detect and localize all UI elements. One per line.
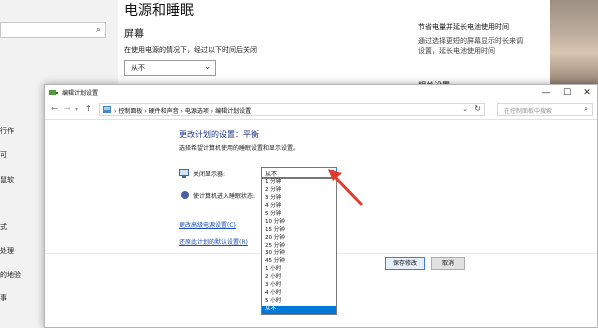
sidebar-item[interactable]: 处理 [0,246,14,256]
restore-defaults-link[interactable]: 还原此计划的默认设置(R) [179,237,248,246]
search-icon: ⌕ [95,25,101,35]
sidebar-item[interactable]: 事 [0,293,7,303]
up-button[interactable]: ↑ [85,104,92,113]
page-title: 电源和睡眠 [124,3,194,19]
dropdown-option[interactable]: 4 小时 [262,290,336,298]
forward-button[interactable]: → [64,104,71,113]
search-icon: ⌕ [584,105,588,113]
navigation-bar: ← → ▾ ↑ › 控制面板 › 硬件和声音 › 电源选项 › 编辑计划设置 ⌄… [45,101,597,120]
breadcrumb-item[interactable]: 硬件和声音 [149,108,179,115]
tip-text: 通过选择更短的屏幕显示时长来调 [418,37,523,45]
dropdown-option[interactable]: 3 小时 [262,282,336,290]
chevron-down-icon[interactable]: ⌄ [462,105,468,113]
minimize-button[interactable]: — [535,86,557,100]
power-options-icon [49,90,58,95]
breadcrumb-sep: › [180,108,183,115]
address-bar[interactable]: › 控制面板 › 硬件和声音 › 电源选项 › 编辑计划设置 ⌄ ↻ [99,103,485,116]
desktop-wallpaper [550,0,598,88]
control-panel-icon [103,106,111,113]
edit-plan-window: 编辑计划设置 — ☐ ✕ ← → ▾ ↑ › 控制面板 › 硬件和声音 › 电源… [44,84,598,328]
cancel-button[interactable]: 取消 [431,257,465,270]
dropdown-option[interactable]: 从不 [262,306,336,314]
breadcrumb-item[interactable]: 电源选项 [185,108,209,115]
display-off-label: 关闭显示器: [193,171,226,178]
select-value: 从不 [265,171,278,178]
recent-locations-button[interactable]: ▾ [75,106,78,113]
breadcrumb-sep: › [210,108,214,115]
breadcrumb-sep: › [114,108,117,115]
window-title: 编辑计划设置 [62,90,99,97]
breadcrumb-sep: › [144,108,147,115]
back-button[interactable]: ← [51,104,58,113]
sidebar-item[interactable]: 行作 [0,126,14,136]
red-arrow-icon [328,169,363,206]
control-panel-search-input[interactable]: 在控制面板中搜索 ⌕ [497,103,593,116]
close-button[interactable]: ✕ [576,86,598,100]
search-placeholder: 在控制面板中搜索 [504,108,553,115]
section-heading-screen: 屏幕 [124,29,144,40]
screen-timeout-select[interactable]: 从不 ⌄ [124,60,216,76]
dropdown-option[interactable]: 15 分钟 [262,227,336,235]
breadcrumb-item[interactable]: 编辑计划设置 [215,108,251,115]
sidebar-item[interactable]: 可 [0,150,7,160]
monitor-icon [179,169,189,178]
sidebar-item[interactable]: 式 [0,222,7,232]
dropdown-option[interactable]: 10 分钟 [262,219,336,227]
tip-heading: 节省电量并延长电池使用时间 [418,23,509,31]
dropdown-option[interactable]: 5 小时 [262,298,336,306]
dropdown-option[interactable]: 5 分钟 [262,211,336,219]
breadcrumb: › 控制面板 › 硬件和声音 › 电源选项 › 编辑计划设置 [114,106,251,115]
sleep-moon-icon [181,191,189,199]
maximize-button[interactable]: ☐ [556,86,578,100]
plan-heading: 更改计划的设置：平衡 [179,130,259,139]
save-changes-button[interactable]: 保存修改 [385,257,425,270]
title-bar[interactable]: 编辑计划设置 — ☐ ✕ [45,85,597,101]
advanced-settings-link[interactable]: 更改高级电源设置(C) [179,220,236,229]
select-value: 从不 [131,64,145,72]
plan-subtitle: 选择希望计算机使用的睡眠设置和显示设置。 [179,145,300,152]
sidebar-item[interactable]: 鼠软 [0,175,14,185]
breadcrumb-item[interactable]: 控制面板 [118,108,142,115]
settings-search-input[interactable]: ⌕ [0,22,106,38]
sleep-label: 使计算机进入睡眠状态: [193,193,256,200]
tip-text: 设置，延长电池使用时间 [418,47,495,55]
sidebar-item[interactable]: 的地验 [0,270,21,280]
chevron-down-icon: ⌄ [204,62,211,71]
screen-timeout-label: 在使用电源的情况下，经过以下时间后关闭 [124,46,257,54]
dropdown-option[interactable]: 20 分钟 [262,235,336,243]
refresh-icon[interactable]: ↻ [474,104,481,113]
